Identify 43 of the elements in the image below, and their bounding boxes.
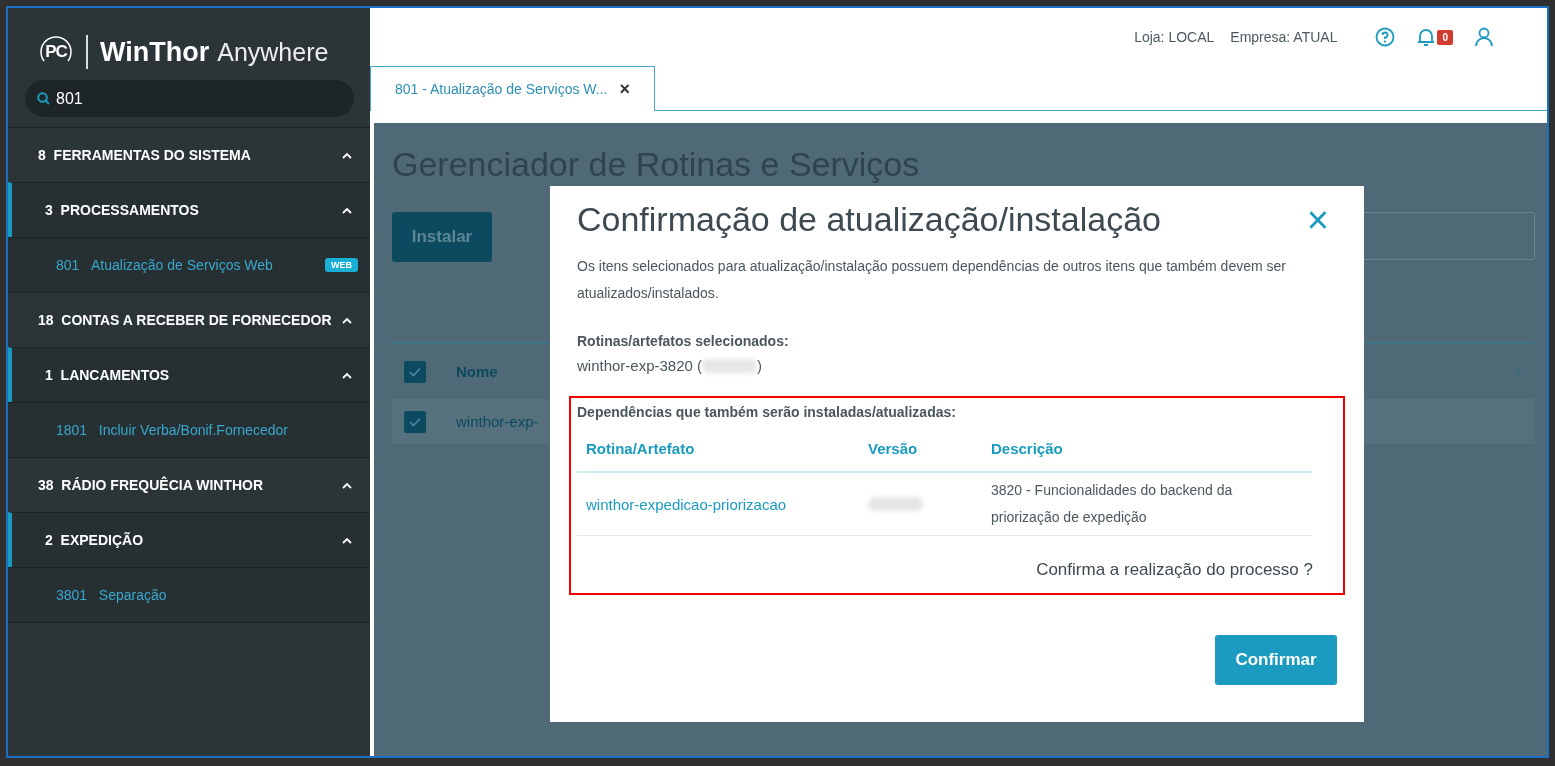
checkbox[interactable] [404, 410, 426, 433]
tab[interactable]: 801 - Atualização de Serviços W... × [370, 66, 655, 111]
chevron-up-icon[interactable] [342, 151, 352, 159]
search-icon [37, 92, 50, 105]
blurred-text [868, 497, 923, 511]
chevron-up-icon[interactable] [342, 481, 352, 489]
menu-item[interactable]: 801 Atualização de Serviços Web WEB [8, 237, 370, 292]
bell-icon[interactable] [1417, 27, 1436, 47]
section-heading: Rotinas/artefatos selecionados: [577, 333, 790, 349]
confirmation-question: Confirma a realização do processo ? [1035, 559, 1314, 580]
check-icon [409, 366, 421, 377]
dialog-title: Confirmação de atualização/instalação [577, 200, 1161, 239]
selected-item: winthor-exp-3820 ( [577, 357, 703, 374]
check-icon [409, 416, 421, 427]
column-header: Versão [859, 434, 982, 473]
company-label: Empresa: ATUAL [1230, 29, 1338, 45]
dialog-message: Os itens selecionados para atualização/instalação possuem dependências de outros itens que também devem ser atualizados/instalados. [577, 257, 1287, 303]
chevron-up-icon[interactable] [342, 316, 352, 324]
blurred-text [702, 358, 758, 373]
brand-name: WinThor [100, 36, 210, 68]
user-icon[interactable] [1475, 27, 1493, 47]
column-header: Nome [456, 363, 498, 380]
checkbox[interactable] [404, 360, 426, 383]
column-header: Descrição [982, 434, 1312, 473]
section-heading: Dependências que também serão instaladas/atualizadas: [577, 404, 957, 420]
product-name: Anywhere [217, 37, 329, 67]
notification-count: 0 [1437, 29, 1453, 45]
menu-group[interactable]: 2 EXPEDIÇÃO [8, 512, 370, 567]
web-badge: WEB [325, 258, 358, 272]
menu-item[interactable]: 1801 Incluir Verba/Bonif.Fornecedor [8, 402, 370, 457]
menu-group[interactable]: 1 LANCAMENTOS [8, 347, 370, 402]
store-label: Loja: LOCAL [1134, 29, 1215, 45]
column-header: Rotina/Artefato [577, 434, 859, 473]
close-tab-button[interactable]: × [619, 78, 630, 100]
menu-group[interactable]: 3 PROCESSAMENTOS [8, 182, 370, 237]
help-icon[interactable] [1375, 27, 1396, 47]
chevron-up-icon[interactable] [342, 371, 352, 379]
chevron-up-icon[interactable] [342, 206, 352, 214]
table-cell: 3820 - Funcionalidades do backend da priorização de expedição [982, 473, 1312, 536]
closing-parenthesis: ) [757, 357, 763, 374]
menu-item[interactable]: 3801 Separação [8, 567, 370, 622]
chevron-up-icon[interactable] [342, 536, 352, 544]
search-field[interactable]: 801 [25, 80, 354, 117]
